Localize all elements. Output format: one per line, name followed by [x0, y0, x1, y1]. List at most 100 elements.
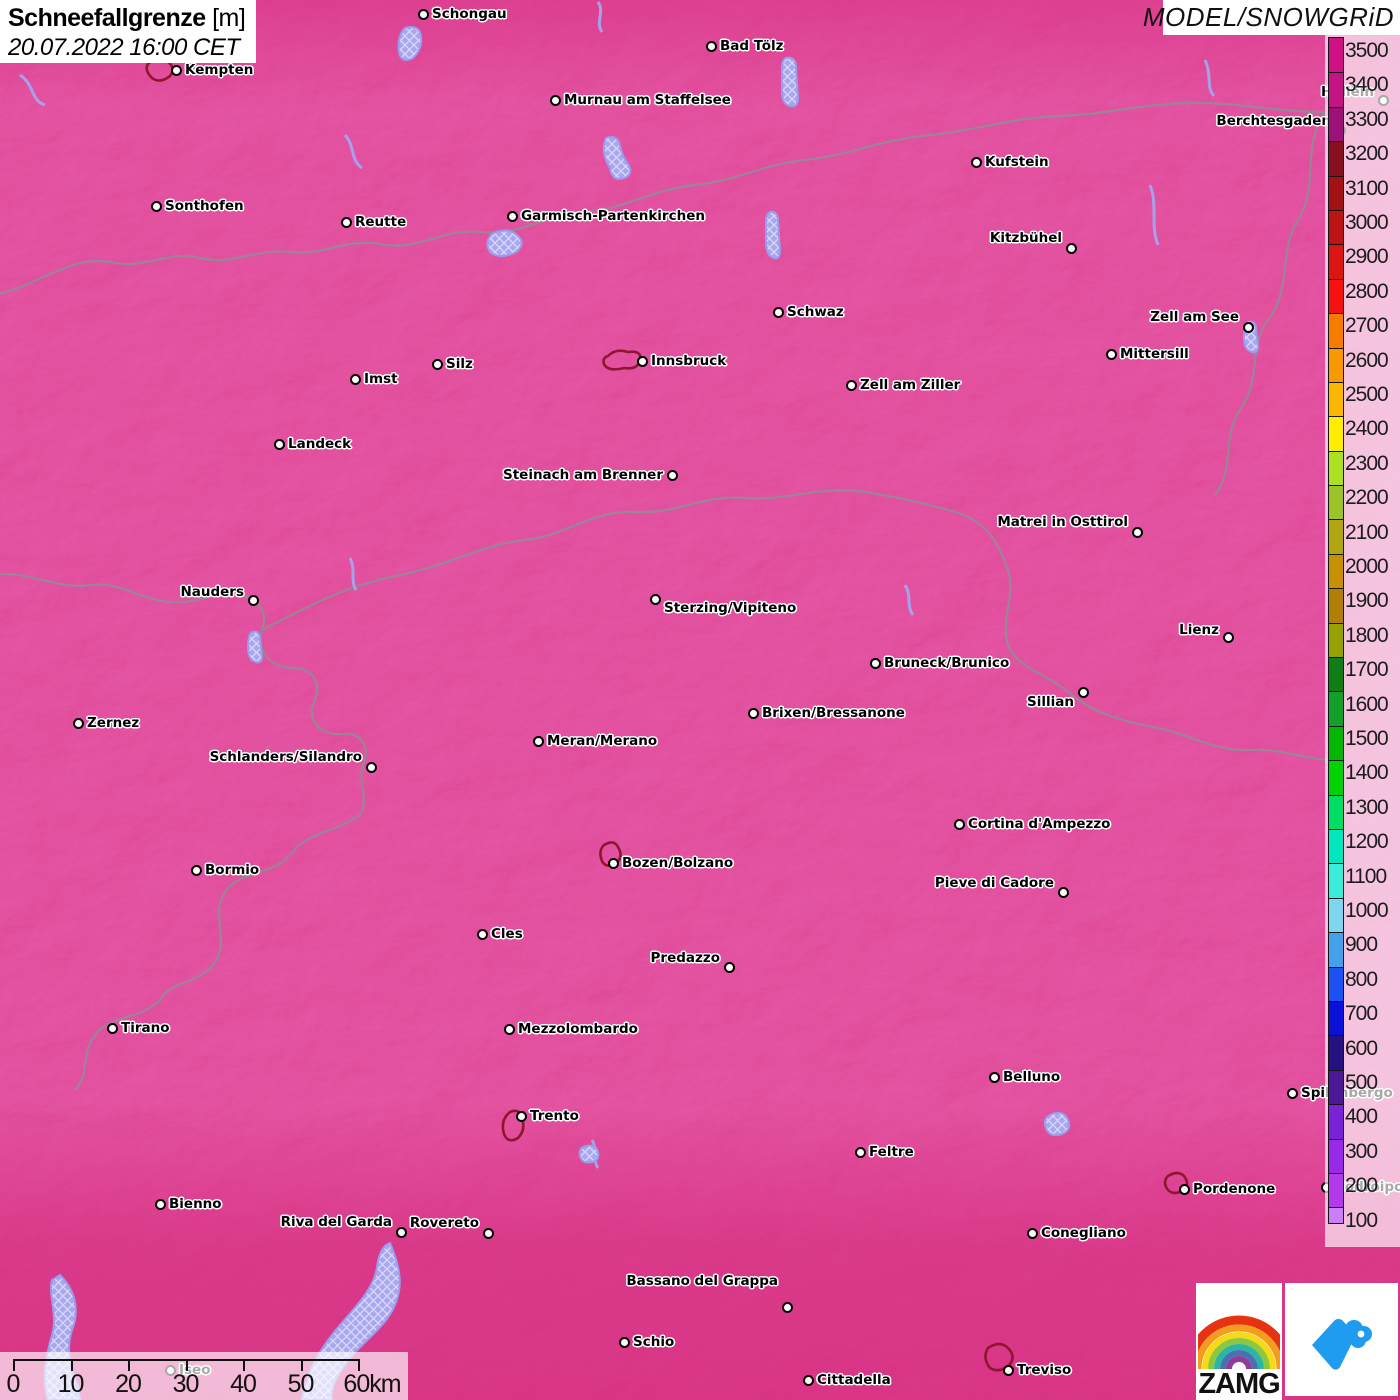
city-label: Riva del Garda	[281, 1213, 392, 1231]
legend-band	[1329, 691, 1343, 725]
city-dot	[151, 201, 162, 212]
partner-logo	[1285, 1283, 1398, 1396]
legend-value: 1200	[1345, 831, 1388, 852]
legend-band	[1329, 657, 1343, 691]
city-dot	[396, 1227, 407, 1238]
city-label: Nauders	[180, 583, 244, 601]
city-dot	[1179, 1184, 1190, 1195]
city-dot	[274, 439, 285, 450]
scalebar-label: 20	[115, 1370, 141, 1399]
city-label: Bad Tölz	[720, 37, 783, 55]
city-label: Rovereto	[410, 1214, 479, 1232]
legend-value: 1000	[1345, 900, 1388, 921]
legend-colorbar	[1328, 37, 1344, 1224]
legend-value: 1400	[1345, 762, 1388, 783]
legend-band	[1329, 348, 1343, 382]
city-dot	[803, 1375, 814, 1386]
city-label: Mittersill	[1120, 345, 1189, 363]
city-label: Schio	[633, 1333, 674, 1351]
legend-value: 2900	[1345, 246, 1388, 267]
legend-band	[1329, 898, 1343, 932]
city-label: Murnau am Staffelsee	[564, 91, 731, 109]
legend-band	[1329, 623, 1343, 657]
city-label: Pordenone	[1193, 1180, 1275, 1198]
city-dot	[724, 962, 735, 973]
city-dot	[1223, 632, 1234, 643]
city-dot	[533, 736, 544, 747]
city-label: Garmisch-Partenkirchen	[521, 207, 705, 225]
legend-band	[1329, 279, 1343, 313]
city-label: Conegliano	[1041, 1224, 1126, 1242]
city-label: Matrei in Osttirol	[997, 513, 1128, 531]
city-dot	[1243, 322, 1254, 333]
city-label: Bruneck/Brunico	[884, 654, 1009, 672]
legend-band	[1329, 176, 1343, 210]
legend-band	[1329, 485, 1343, 519]
legend-value: 800	[1345, 969, 1377, 990]
legend-value: 600	[1345, 1038, 1377, 1059]
city-label: Pieve di Cadore	[935, 874, 1054, 892]
city-dot	[1132, 527, 1143, 538]
city-dot	[971, 157, 982, 168]
city-dot	[418, 9, 429, 20]
legend-band	[1329, 1104, 1343, 1138]
city-label: Kempten	[185, 61, 253, 79]
city-label: Zernez	[87, 714, 139, 732]
city-label: Sonthofen	[165, 197, 244, 215]
city-label: Cles	[491, 925, 523, 943]
city-dot	[773, 307, 784, 318]
city-dot	[155, 1199, 166, 1210]
city-dot	[1066, 243, 1077, 254]
legend-band	[1329, 382, 1343, 416]
legend-value: 2500	[1345, 384, 1388, 405]
legend-band	[1329, 416, 1343, 450]
city-label: Innsbruck	[651, 352, 726, 370]
legend-band	[1329, 863, 1343, 897]
city-outlines	[147, 58, 1187, 1370]
city-label: Feltre	[869, 1143, 914, 1161]
city-dot	[477, 929, 488, 940]
legend-value: 1700	[1345, 659, 1388, 680]
city-dot	[706, 41, 717, 52]
legend-band	[1329, 1070, 1343, 1104]
city-label: Schwaz	[787, 303, 844, 321]
city-dot	[855, 1147, 866, 1158]
city-label: Zell am Ziller	[860, 376, 960, 394]
legend-band	[1329, 795, 1343, 829]
city-label: Predazzo	[651, 949, 720, 967]
legend-value: 2100	[1345, 522, 1388, 543]
legend-band	[1329, 726, 1343, 760]
city-label: Brixen/Bressanone	[762, 704, 905, 722]
city-label: Reutte	[355, 213, 406, 231]
legend-value: 3200	[1345, 143, 1388, 164]
city-dot	[432, 359, 443, 370]
city-label: Lienz	[1179, 621, 1219, 639]
city-dot	[248, 595, 259, 606]
scalebar-label: 60km	[343, 1370, 400, 1399]
legend-value: 700	[1345, 1003, 1377, 1024]
city-label: Imst	[364, 370, 398, 388]
city-dot	[1287, 1088, 1298, 1099]
legend-value: 2400	[1345, 418, 1388, 439]
legend-value: 2000	[1345, 556, 1388, 577]
legend-band	[1329, 1035, 1343, 1069]
zamg-rainbow-icon	[1198, 1289, 1280, 1369]
legend-value: 3300	[1345, 109, 1388, 130]
city-dot	[989, 1072, 1000, 1083]
city-dot	[191, 865, 202, 876]
title-box: Schneefallgrenze [m] 20.07.2022 16:00 CE…	[0, 0, 256, 63]
legend-band	[1329, 1139, 1343, 1173]
city-dot	[171, 65, 182, 76]
city-dot	[550, 95, 561, 106]
city-label: Schongau	[432, 5, 507, 23]
city-dot	[483, 1228, 494, 1239]
model-box: MODEL/SNOWGRiD	[1163, 0, 1400, 35]
city-dot	[1078, 687, 1089, 698]
city-dot	[1027, 1228, 1038, 1239]
city-dot	[846, 380, 857, 391]
city-label: Landeck	[288, 435, 351, 453]
legend-value: 1100	[1345, 866, 1386, 887]
city-dot	[366, 762, 377, 773]
city-dot	[748, 708, 759, 719]
zamg-logo: ZAMG	[1196, 1283, 1282, 1400]
